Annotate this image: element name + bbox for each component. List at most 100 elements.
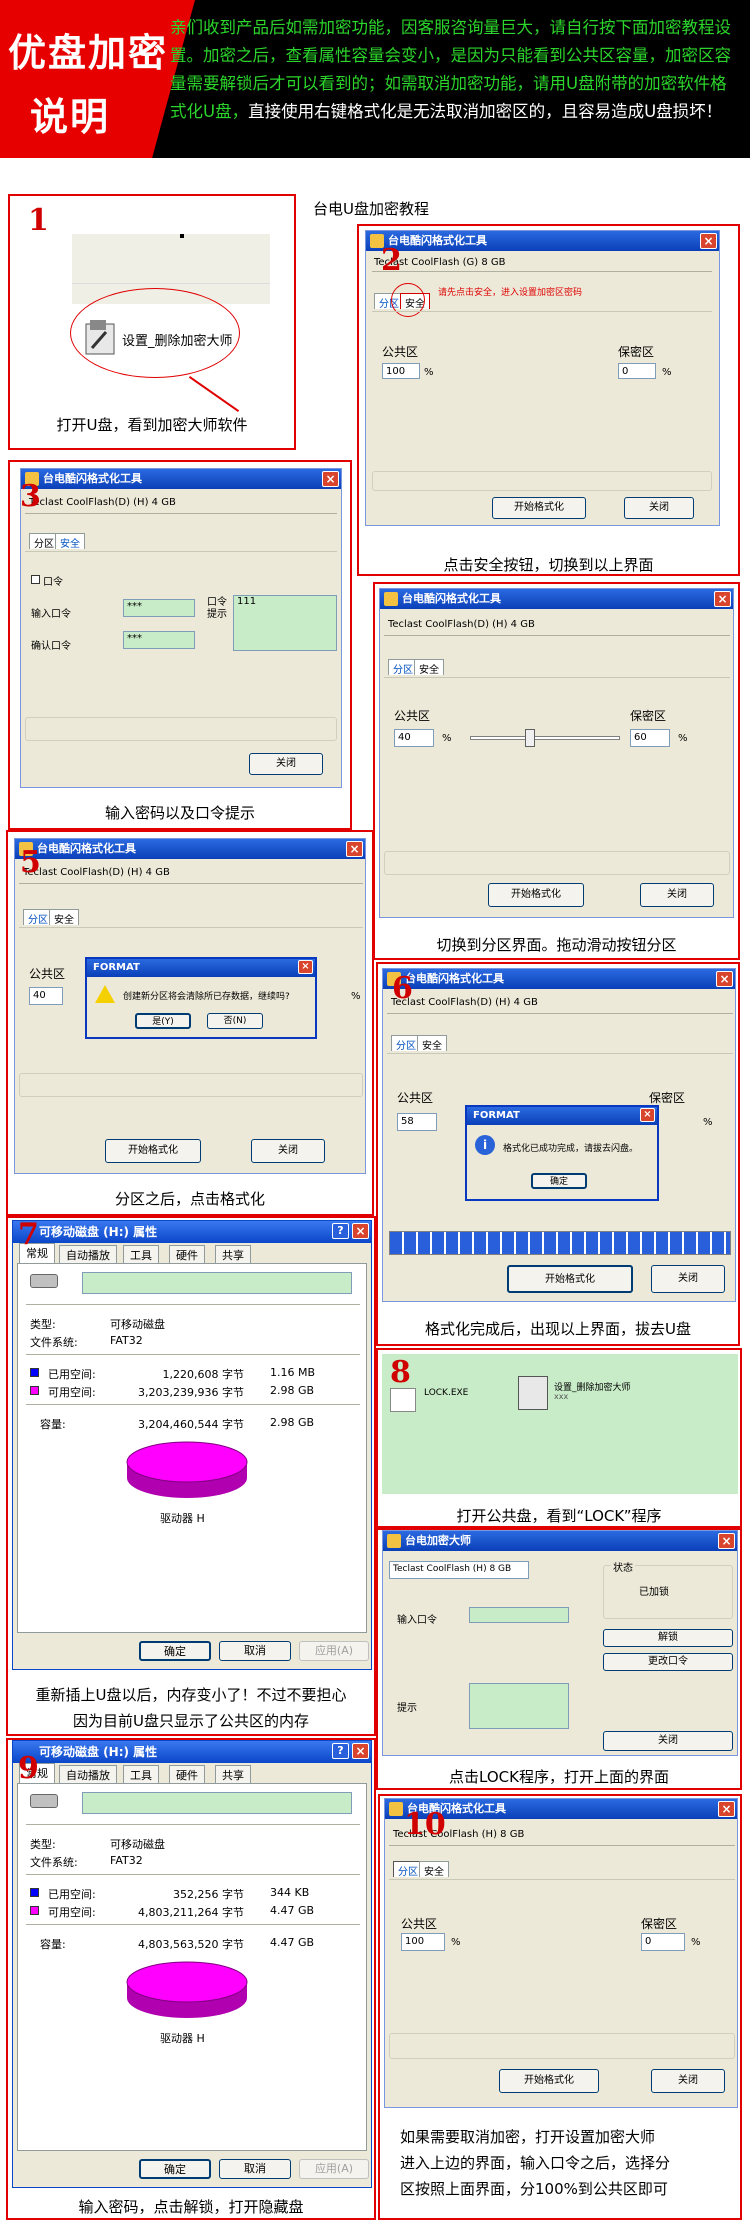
close-icon[interactable]: × <box>700 233 717 249</box>
public-label: 公共区 <box>29 967 66 981</box>
public-value[interactable]: 40 <box>29 987 63 1005</box>
status-group <box>384 851 730 875</box>
start-format-button[interactable]: 开始格式化 <box>507 1265 633 1293</box>
tab-hardware[interactable]: 硬件 <box>169 1765 205 1783</box>
capacity-label: 容量: <box>40 1938 66 1951</box>
drive-select[interactable]: Teclast CoolFlash(D) (H) 4 GB <box>391 997 538 1008</box>
window-title: 可移动磁盘 (H:) 属性 <box>39 1225 158 1239</box>
tab-security[interactable]: 安全 <box>419 1861 449 1878</box>
usb-tool-icon[interactable] <box>518 1376 548 1410</box>
close-button[interactable]: 关闭 <box>624 497 694 519</box>
drive-select[interactable]: Teclast CoolFlash (H) 8 GB <box>389 1561 529 1579</box>
cancel-button[interactable]: 取消 <box>219 1641 291 1661</box>
header-notice: 亲们收到产品后如需加密功能，因客服咨询量巨大，请自行按下面加密教程设置。加密之后… <box>170 14 742 126</box>
close-button[interactable]: 关闭 <box>603 1731 733 1751</box>
lock-exe-icon[interactable] <box>390 1388 416 1412</box>
hint-label: 口令提示 <box>207 597 227 620</box>
apply-button[interactable]: 应用(A) <box>299 2159 369 2179</box>
help-icon[interactable]: ? <box>332 1223 349 1239</box>
tab-autoplay[interactable]: 自动播放 <box>59 1765 117 1783</box>
tab-sharing[interactable]: 共享 <box>215 1245 251 1263</box>
drive-select[interactable]: Teclast CoolFlash(D) (H) 4 GB <box>23 867 170 878</box>
password-input[interactable] <box>469 1607 569 1623</box>
tab-security[interactable]: 安全 <box>417 1035 447 1052</box>
ok-button[interactable]: 确定 <box>531 1173 587 1189</box>
secret-value[interactable]: 0 <box>641 1933 685 1951</box>
drive-select[interactable]: Teclast CoolFlash(D) (H) 4 GB <box>388 619 535 630</box>
close-icon[interactable]: × <box>716 971 733 987</box>
secret-value[interactable]: 60 <box>630 729 670 747</box>
close-button[interactable]: 关闭 <box>640 883 714 907</box>
start-format-button[interactable]: 开始格式化 <box>105 1139 201 1163</box>
close-button[interactable]: 关闭 <box>651 1265 725 1293</box>
tab-security[interactable]: 安全 <box>55 533 85 550</box>
close-button[interactable]: 关闭 <box>251 1139 325 1163</box>
public-value[interactable]: 100 <box>382 363 420 379</box>
tab-hardware[interactable]: 硬件 <box>169 1245 205 1263</box>
dialog-close-icon[interactable]: × <box>298 960 313 974</box>
close-icon[interactable]: × <box>718 1533 735 1549</box>
cancel-button[interactable]: 取消 <box>219 2159 291 2179</box>
dialog-close-icon[interactable]: × <box>640 1108 655 1122</box>
tab-tools[interactable]: 工具 <box>123 1245 159 1263</box>
step-3-number: 3 <box>20 479 41 514</box>
lock-exe-label[interactable]: LOCK.EXE <box>424 1388 468 1398</box>
dialog-title: FORMAT <box>93 962 140 973</box>
close-icon[interactable]: × <box>352 1223 369 1239</box>
header-title-line1: 优盘加密 <box>8 31 169 75</box>
close-icon[interactable]: × <box>718 1801 735 1817</box>
close-icon[interactable]: × <box>322 471 339 487</box>
usb-tool-icon[interactable] <box>84 318 116 356</box>
close-icon[interactable]: × <box>352 1743 369 1759</box>
partition-slider-thumb[interactable] <box>525 729 535 747</box>
close-icon[interactable]: × <box>714 591 731 607</box>
close-icon[interactable]: × <box>346 841 363 857</box>
apply-button[interactable]: 应用(A) <box>299 1641 369 1661</box>
step-9-caption: 输入密码，点击解锁，打开隐藏盘 <box>78 2198 304 2216</box>
unlock-button[interactable]: 解锁 <box>603 1629 733 1647</box>
step-8-number: 8 <box>390 1355 411 1390</box>
close-button[interactable]: 关闭 <box>249 753 323 775</box>
title-bar: 台电加密大师 × <box>383 1531 737 1551</box>
drive-select[interactable]: Teclast CoolFlash(D) (H) 4 GB <box>29 497 176 508</box>
step-2-number: 2 <box>381 243 402 278</box>
step-10-caption-line1: 如果需要取消加密，打开设置加密大师 <box>400 2128 656 2146</box>
confirm-input[interactable]: *** <box>123 631 195 649</box>
confirm-label: 确认口令 <box>31 641 71 652</box>
volume-label-input[interactable] <box>82 1792 352 1814</box>
tab-security[interactable]: 安全 <box>49 909 79 926</box>
secret-value[interactable]: 0 <box>618 363 656 379</box>
close-button[interactable]: 关闭 <box>651 2069 725 2093</box>
ok-button[interactable]: 确定 <box>139 1641 211 1661</box>
public-value[interactable]: 40 <box>394 729 434 747</box>
help-icon[interactable]: ? <box>332 1743 349 1759</box>
step-1-caption: 打开U盘，看到加密大师软件 <box>56 416 248 434</box>
tab-autoplay[interactable]: 自动播放 <box>59 1245 117 1263</box>
format-tool-window: 台电酷闪格式化工具 × Teclast CoolFlash(D) (H) 4 GB… <box>14 838 366 1174</box>
public-value[interactable]: 100 <box>401 1933 445 1951</box>
start-format-button[interactable]: 开始格式化 <box>499 2069 599 2093</box>
usb-tool-label[interactable]: 设置_删除加密大师 <box>122 330 233 349</box>
change-password-button[interactable]: 更改口令 <box>603 1653 733 1671</box>
tab-tools[interactable]: 工具 <box>123 1765 159 1783</box>
step-10-panel: 10 台电酷闪格式化工具 × Teclast CoolFlash (H) 8 GB… <box>378 1794 742 2220</box>
security-hint: 请先点击安全，进入设置加密区密码 <box>438 288 583 298</box>
step-2-panel: 2 台电酷闪格式化工具 × Teclast CoolFlash (G) 8 GB … <box>357 224 740 576</box>
volume-label-input[interactable] <box>82 1272 352 1294</box>
step-6-panel: 6 台电酷闪格式化工具 × Teclast CoolFlash(D) (H) 4 … <box>376 962 740 1346</box>
no-button[interactable]: 否(N) <box>207 1013 263 1029</box>
title-bar: 台电酷闪格式化工具 × <box>21 469 341 489</box>
tab-line <box>19 927 363 928</box>
partition-slider-track[interactable] <box>470 736 620 740</box>
public-value[interactable]: 58 <box>397 1113 437 1131</box>
hint-input[interactable]: 111 <box>233 595 337 651</box>
password-input[interactable]: *** <box>123 599 195 617</box>
start-format-button[interactable]: 开始格式化 <box>492 497 586 519</box>
step-5-panel: 5 台电酷闪格式化工具 × Teclast CoolFlash(D) (H) 4 … <box>6 830 374 1216</box>
ok-button[interactable]: 确定 <box>139 2159 211 2179</box>
tab-sharing[interactable]: 共享 <box>215 1765 251 1783</box>
yes-button[interactable]: 是(Y) <box>135 1013 191 1029</box>
password-checkbox[interactable] <box>31 575 40 584</box>
start-format-button[interactable]: 开始格式化 <box>488 883 584 907</box>
tab-security[interactable]: 安全 <box>414 659 444 676</box>
